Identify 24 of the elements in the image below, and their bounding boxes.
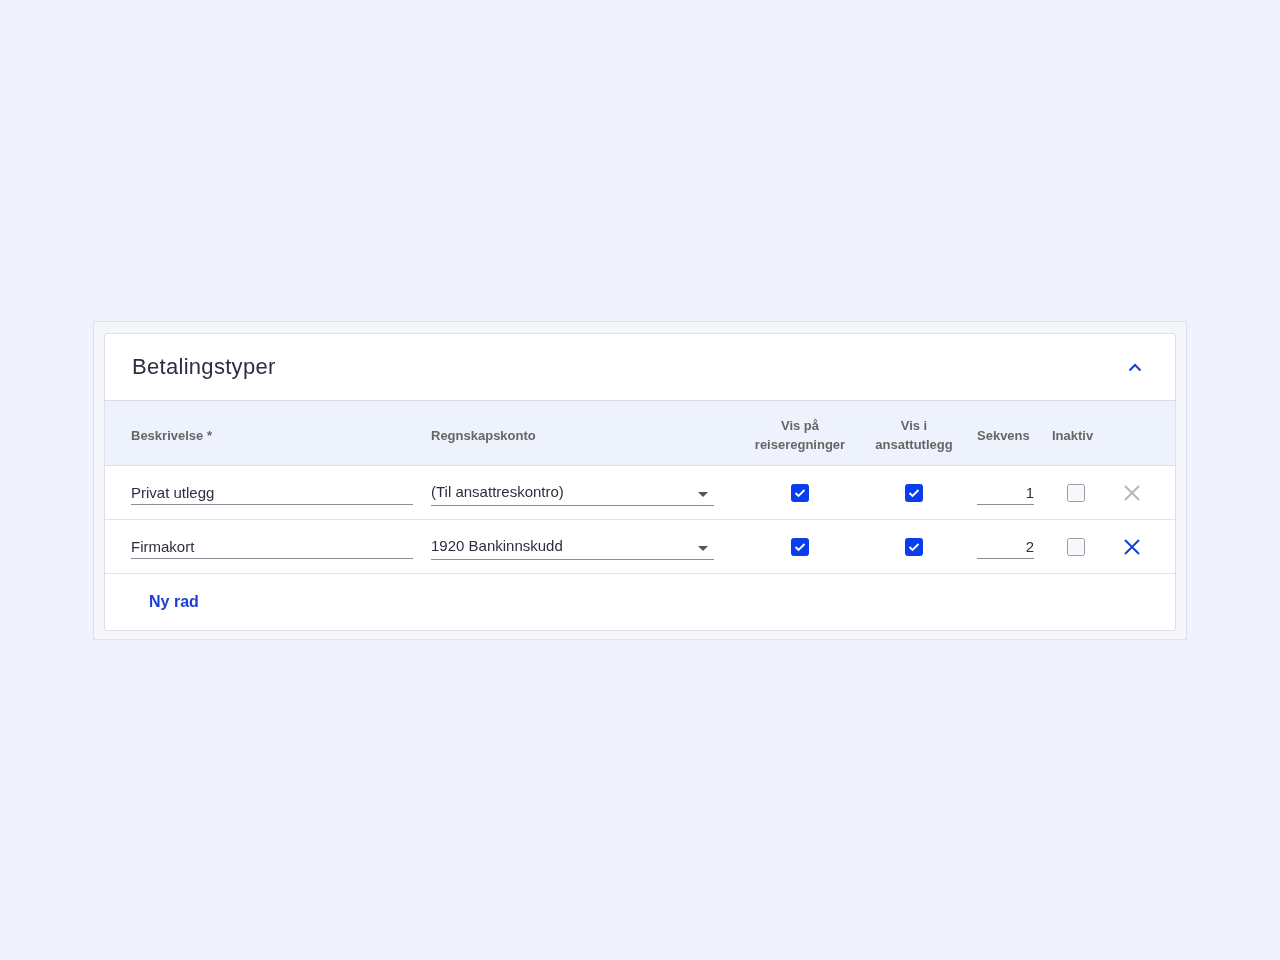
sequence-input[interactable]: 2 [977,534,1034,559]
sequence-input[interactable]: 1 [977,480,1034,505]
column-header: Beskrivelse * [131,426,213,445]
chevron-icon[interactable] [1128,362,1142,372]
column-header: Vis i ansattutlegg [874,417,954,454]
column-header: Regnskapskonto [431,426,537,445]
caret-icon [698,546,708,551]
description-input[interactable]: Privat utlegg [131,480,413,505]
description-input[interactable]: Firmakort [131,534,413,559]
column-header: Inaktiv [1052,426,1095,445]
checkbox[interactable] [905,483,923,502]
column-header: Sekvens [977,426,1031,445]
checkbox[interactable] [1067,537,1085,556]
caret-icon [698,492,708,497]
column-header: Vis på reiseregninger [753,417,847,454]
add-row-button[interactable]: Ny rad [149,589,199,615]
checkbox[interactable] [905,537,923,556]
checkbox[interactable] [1067,483,1085,502]
checkbox[interactable] [791,537,809,556]
account-dropdown[interactable]: 1920 Bankinnskudd [431,533,714,560]
account-dropdown[interactable]: (Til ansattreskontro) [431,479,714,506]
close-icon[interactable] [1124,538,1140,555]
checkbox[interactable] [791,483,809,502]
panel-title: Betalingstyper [132,354,276,380]
